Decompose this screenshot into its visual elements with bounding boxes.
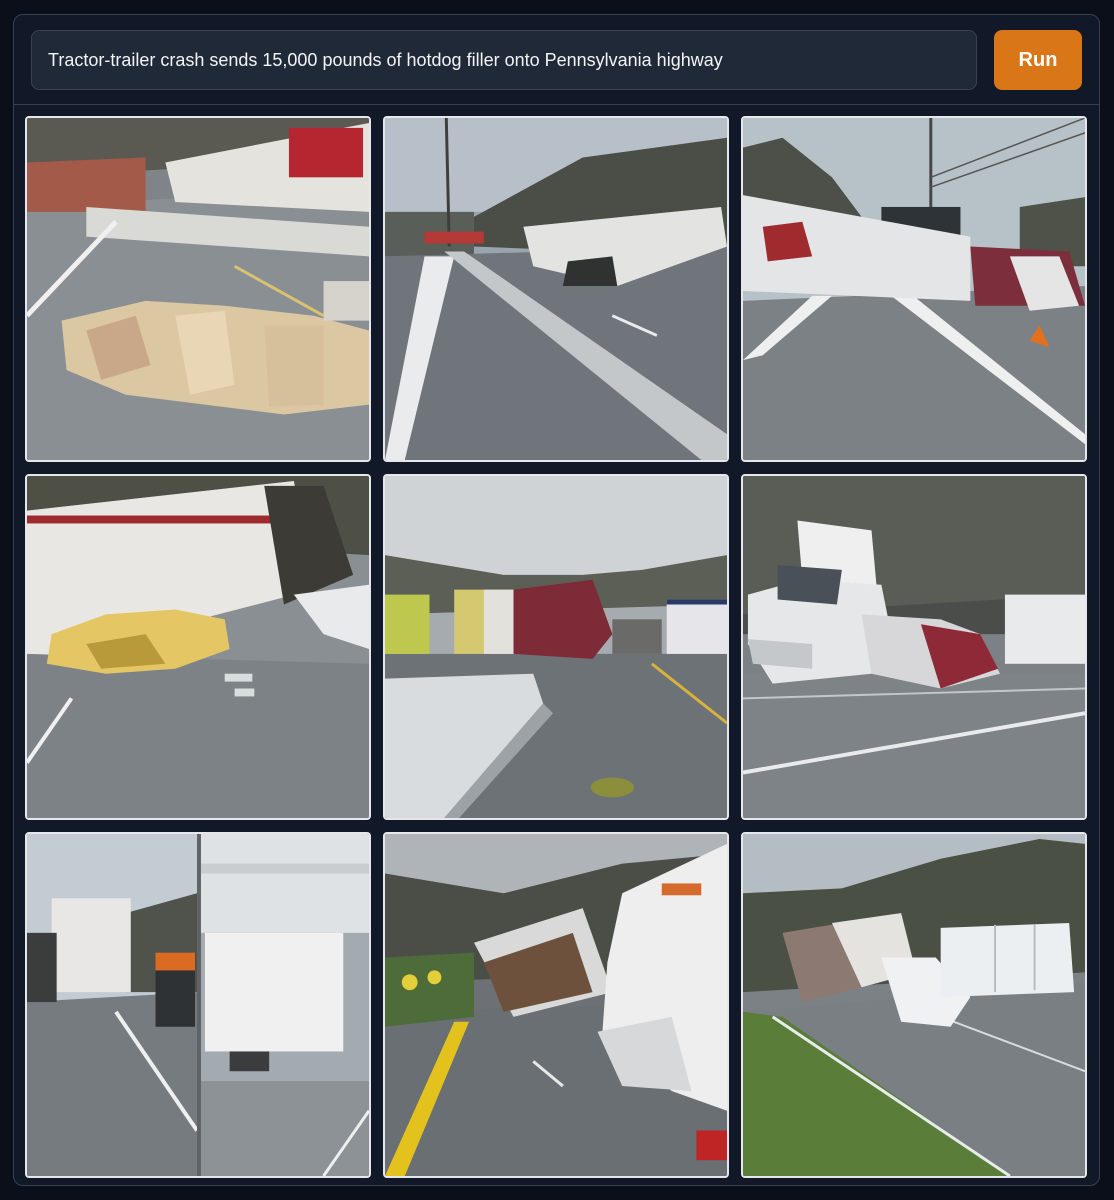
- generated-image-4[interactable]: [25, 474, 371, 820]
- prompt-input[interactable]: Tractor-trailer crash sends 15,000 pound…: [31, 30, 977, 90]
- generated-image-5[interactable]: [383, 474, 729, 820]
- prompt-row: Tractor-trailer crash sends 15,000 pound…: [14, 15, 1099, 105]
- generated-image-9[interactable]: [741, 832, 1087, 1178]
- divider: [14, 104, 1099, 105]
- generated-image-7[interactable]: [25, 832, 371, 1178]
- generated-image-3[interactable]: [741, 116, 1087, 462]
- generated-image-8[interactable]: [383, 832, 729, 1178]
- generated-image-1[interactable]: [25, 116, 371, 462]
- generated-image-6[interactable]: [741, 474, 1087, 820]
- image-gallery: [25, 116, 1089, 1179]
- generator-panel: Tractor-trailer crash sends 15,000 pound…: [13, 14, 1100, 1186]
- run-button[interactable]: Run: [994, 30, 1082, 90]
- generated-image-2[interactable]: [383, 116, 729, 462]
